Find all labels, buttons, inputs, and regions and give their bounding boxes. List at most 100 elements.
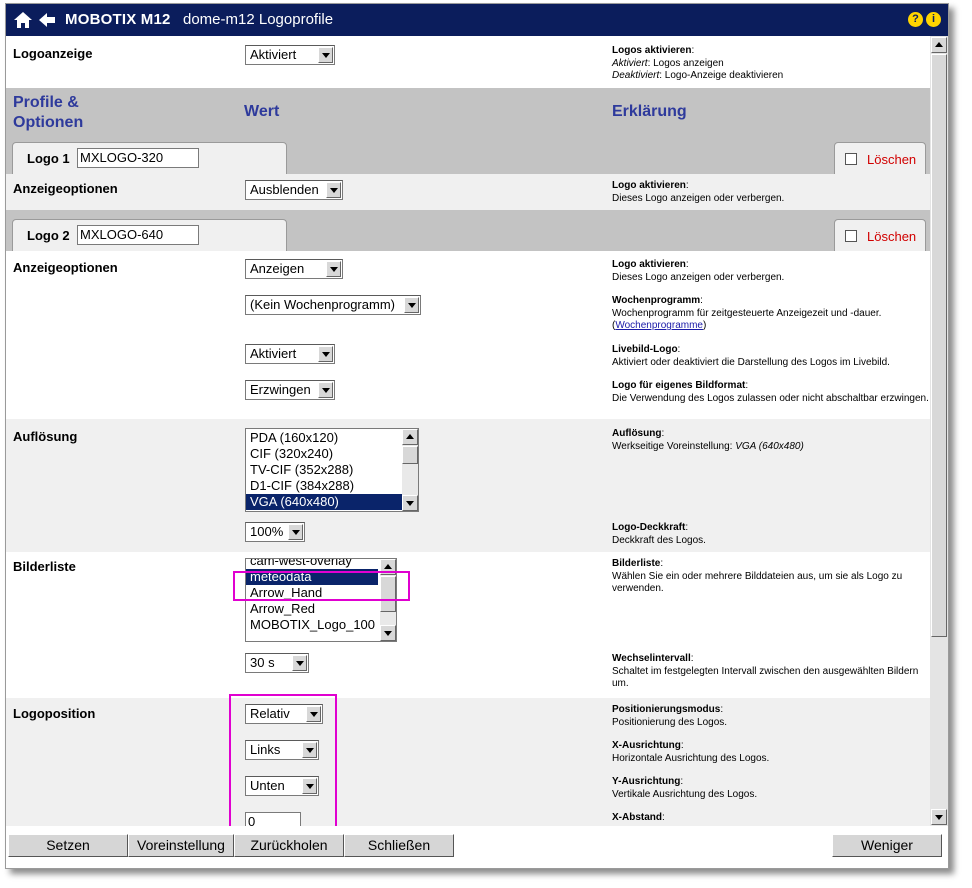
highlight-box-position (229, 694, 337, 826)
select-value: Aktiviert (250, 346, 297, 361)
highlight-box-image (233, 571, 410, 601)
list-item[interactable]: MOBOTIX_Logo_100 (246, 617, 396, 633)
logo1-tabbar: Logo 1 MXLOGO-320 Löschen (6, 138, 930, 174)
title-bar: MOBOTIX M12 dome-m12 Logoprofile ? i (6, 4, 948, 36)
desc-title: Logo aktivieren (612, 259, 686, 270)
home-icon[interactable] (13, 10, 33, 30)
help-icon[interactable]: ? (908, 12, 923, 27)
desc-text: Vertikale Ausrichtung des Logos. (612, 788, 758, 800)
scroll-down-icon[interactable] (931, 809, 947, 825)
tab-logo2[interactable]: Logo 2 MXLOGO-640 (12, 219, 287, 251)
logo2-tabbar: Logo 2 MXLOGO-640 Löschen (6, 215, 930, 251)
desc-text: Positionierung des Logos. (612, 716, 728, 728)
list-item[interactable]: cam-west-overlay (246, 559, 396, 569)
opacity-select[interactable]: 100% (245, 522, 305, 542)
desc-text: Dieses Logo anzeigen oder verbergen. (612, 271, 785, 283)
resolution-scrollbar[interactable] (402, 429, 418, 511)
chevron-down-icon (292, 655, 307, 671)
logo1-name-input[interactable]: MXLOGO-320 (77, 148, 199, 168)
interval-select[interactable]: 30 s (245, 653, 309, 673)
desc-title: Wechselintervall (612, 653, 691, 664)
footer-bar: Setzen Voreinstellung Zurückholen Schlie… (6, 828, 948, 868)
desc-title: Y-Ausrichtung (612, 776, 681, 787)
arrow-down-icon (935, 815, 943, 820)
desc-title: Auflösung (612, 428, 662, 439)
page-scroll-thumb[interactable] (931, 54, 947, 637)
list-item[interactable]: PDA (160x120) (246, 430, 418, 446)
default-button[interactable]: Voreinstellung (128, 834, 234, 857)
logo-position-label: Logoposition (13, 706, 96, 721)
tab-logo1[interactable]: Logo 1 MXLOGO-320 (12, 142, 287, 174)
list-item[interactable]: CIF (320x240) (246, 446, 418, 462)
brand-title: MOBOTIX M12 (65, 11, 171, 28)
desc-text: Schaltet im festgelegten Intervall zwisc… (612, 665, 919, 690)
desc-title: X-Ausrichtung (612, 740, 681, 751)
desc-text: Aktiviert oder deaktiviert die Darstellu… (612, 356, 890, 368)
chevron-down-icon (326, 261, 341, 277)
logoanzeige-select-value: Aktiviert (250, 47, 297, 62)
chevron-down-icon (288, 524, 303, 540)
header-profile-line2: Optionen (13, 114, 84, 131)
logo2-delete-checkbox[interactable] (845, 230, 857, 242)
logo2-delete-label: Löschen (867, 229, 917, 244)
tab-logo2-label: Logo 2 (27, 228, 70, 243)
chevron-down-icon (318, 382, 333, 398)
header-erklaerung: Erklärung (612, 103, 687, 120)
y-alignment-desc: Y-Ausrichtung: Vertikale Ausrichtung des … (612, 776, 758, 800)
select-value: (Kein Wochenprogramm) (250, 297, 395, 312)
list-item-selected[interactable]: VGA (640x480) (246, 494, 418, 510)
tab-logo1-label: Logo 1 (27, 151, 70, 166)
list-item[interactable]: D1-CIF (384x288) (246, 478, 418, 494)
desc-text: Werkseitige Voreinstellung: (612, 440, 736, 452)
setzen-button[interactable]: Setzen (8, 834, 128, 857)
info-icon[interactable]: i (926, 12, 941, 27)
x-offset-desc: X-Abstand: (612, 812, 665, 823)
list-item[interactable]: TV-CIF (352x288) (246, 462, 418, 478)
resolution-listbox[interactable]: PDA (160x120) CIF (320x240) TV-CIF (352x… (245, 428, 419, 512)
select-value: Erzwingen (250, 382, 311, 397)
logoanzeige-label: Logoanzeige (13, 46, 93, 61)
scroll-down-icon[interactable] (402, 495, 418, 511)
desc-text: Wochenprogramm für zeitgesteuerte Anzeig… (612, 307, 882, 319)
scroll-up-icon[interactable] (402, 429, 418, 445)
logo2-delete-tab: Löschen (834, 219, 926, 251)
logo1-options-row: Anzeigeoptionen Ausblenden Logo aktivier… (6, 174, 930, 210)
desc-text: Horizontale Ausrichtung des Logos. (612, 752, 770, 764)
less-button[interactable]: Weniger (832, 834, 942, 857)
logo1-display-select[interactable]: Ausblenden (245, 180, 343, 200)
list-item[interactable]: Arrow_Red (246, 601, 396, 617)
logo2-live-select[interactable]: Aktiviert (245, 344, 335, 364)
weekly-programs-link[interactable]: Wochenprogramme (615, 320, 703, 331)
chevron-down-icon (326, 182, 341, 198)
logo2-options-label: Anzeigeoptionen (13, 260, 118, 275)
logo2-name-input[interactable]: MXLOGO-640 (77, 225, 199, 245)
logo1-delete-checkbox[interactable] (845, 153, 857, 165)
opacity-desc: Logo-Deckkraft: Deckkraft des Logos. (612, 522, 706, 546)
close-button[interactable]: Schließen (344, 834, 454, 857)
page-title: dome-m12 Logoprofile (183, 11, 334, 28)
scroll-thumb[interactable] (402, 446, 418, 464)
logo1-options-label: Anzeigeoptionen (13, 181, 118, 196)
scroll-down-icon[interactable] (380, 625, 396, 641)
logoanzeige-select[interactable]: Aktiviert (245, 45, 335, 65)
logo1-display-value: Ausblenden (250, 182, 319, 197)
arrow-up-icon (935, 42, 943, 47)
desc-title: Bilderliste (612, 558, 661, 569)
resolution-section: Auflösung PDA (160x120) CIF (320x240) TV… (6, 419, 930, 552)
restore-button[interactable]: Zurückholen (234, 834, 344, 857)
table-header: Profile & Optionen Wert Erklärung (6, 88, 930, 138)
desc-text: Die Verwendung des Logos zulassen oder n… (612, 392, 929, 404)
desc-title: X-Abstand (612, 812, 662, 823)
logo2-weekly-select[interactable]: (Kein Wochenprogramm) (245, 295, 421, 315)
desc-text: Dieses Logo anzeigen oder verbergen. (612, 192, 785, 204)
scroll-up-icon[interactable] (931, 37, 947, 53)
x-alignment-desc: X-Ausrichtung: Horizontale Ausrichtung de… (612, 740, 770, 764)
back-arrow-icon[interactable] (37, 10, 57, 30)
page-scrollbar[interactable] (930, 36, 948, 826)
logo2-display-select[interactable]: Anzeigen (245, 259, 343, 279)
main-content: Logoanzeige Aktiviert Logos aktivieren: … (6, 36, 930, 826)
header-wert: Wert (244, 103, 280, 120)
logo2-format-select[interactable]: Erzwingen (245, 380, 335, 400)
browser-window: MOBOTIX M12 dome-m12 Logoprofile ? i Log… (5, 3, 949, 869)
chevron-down-icon (318, 346, 333, 362)
